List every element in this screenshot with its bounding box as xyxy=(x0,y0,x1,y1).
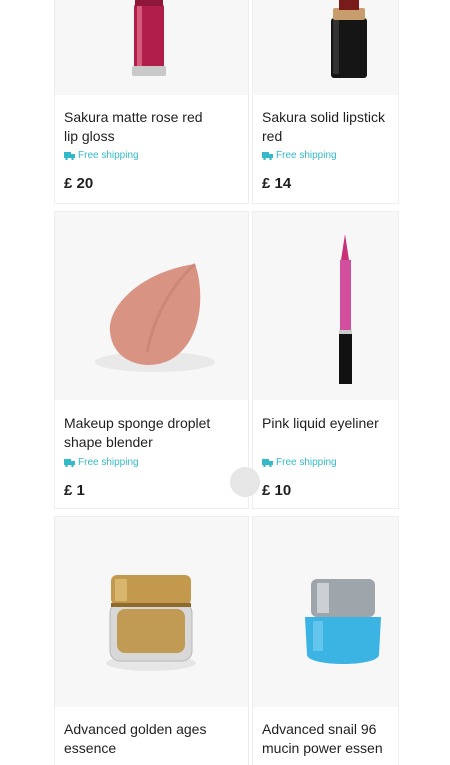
product-title[interactable]: Advanced golden ages essence xyxy=(64,720,242,758)
product-title[interactable]: Sakura solid lipstick red xyxy=(262,108,392,146)
shipping-label: Free shipping xyxy=(78,457,139,468)
free-shipping-badge: Free shipping xyxy=(262,150,337,161)
lip-gloss-tube-icon xyxy=(132,0,166,76)
product-title[interactable]: Advanced snail 96 mucin power essen xyxy=(262,720,392,758)
free-shipping-badge: Free shipping xyxy=(262,457,337,468)
free-shipping-badge: Free shipping xyxy=(64,457,139,468)
product-card-pink-eyeliner[interactable]: Pink liquid eyeliner Free shipping £ 10 xyxy=(253,212,398,508)
pink-eyeliner-icon xyxy=(339,234,352,384)
makeup-sponge-icon xyxy=(95,262,215,372)
scroll-indicator[interactable] xyxy=(230,467,260,497)
product-image[interactable] xyxy=(253,517,398,707)
black-lipstick-icon xyxy=(331,0,367,78)
product-image[interactable] xyxy=(253,212,398,400)
product-price: £ 10 xyxy=(262,482,292,499)
shipping-label: Free shipping xyxy=(276,457,337,468)
product-image[interactable] xyxy=(55,517,248,707)
gold-cream-jar-icon xyxy=(106,575,196,671)
blue-cream-jar-icon xyxy=(305,579,381,664)
truck-icon xyxy=(64,458,75,467)
product-title[interactable]: Makeup sponge droplet shape blender xyxy=(64,414,242,452)
product-card-gold-cream[interactable]: Advanced golden ages essence xyxy=(55,517,248,765)
product-price: £ 14 xyxy=(262,175,292,192)
product-card-blue-cream[interactable]: Advanced snail 96 mucin power essen xyxy=(253,517,398,765)
truck-icon xyxy=(64,151,75,160)
product-card-solid-lipstick[interactable]: Sakura solid lipstick red Free shipping … xyxy=(253,0,398,203)
truck-icon xyxy=(262,458,273,467)
shipping-label: Free shipping xyxy=(78,150,139,161)
product-image[interactable] xyxy=(55,0,248,95)
product-grid: Sakura matte rose red lip gloss Free shi… xyxy=(0,0,450,765)
product-card-makeup-sponge[interactable]: Makeup sponge droplet shape blender Free… xyxy=(55,212,248,508)
product-price: £ 20 xyxy=(64,175,94,192)
truck-icon xyxy=(262,151,273,160)
product-card-lip-gloss[interactable]: Sakura matte rose red lip gloss Free shi… xyxy=(55,0,248,203)
product-price: £ 1 xyxy=(64,482,85,499)
free-shipping-badge: Free shipping xyxy=(64,150,139,161)
product-image[interactable] xyxy=(55,212,248,400)
product-image[interactable] xyxy=(253,0,398,95)
product-title[interactable]: Sakura matte rose red lip gloss xyxy=(64,108,242,146)
shipping-label: Free shipping xyxy=(276,150,337,161)
product-title[interactable]: Pink liquid eyeliner xyxy=(262,414,392,433)
